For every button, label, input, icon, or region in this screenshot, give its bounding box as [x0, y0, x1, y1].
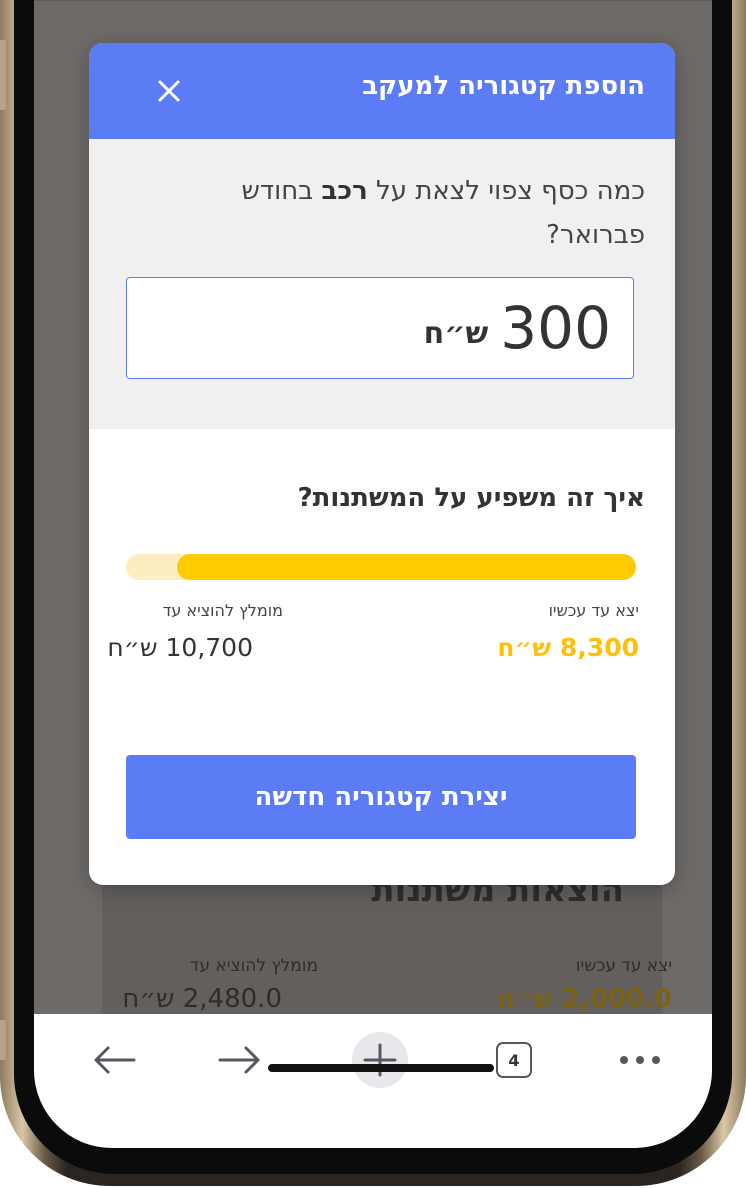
phone-side-button — [0, 40, 6, 110]
background-recommended-label: מומלץ להוציא עד — [190, 956, 318, 976]
close-icon — [158, 80, 180, 102]
new-tab-button[interactable] — [352, 1032, 408, 1088]
tabs-button[interactable]: 4 — [486, 1032, 542, 1088]
background-spent-value: 2,000.0 ש״ח — [496, 984, 672, 1014]
budget-progress-fill — [177, 554, 636, 580]
spent-label: יצא עד עכשיו — [548, 601, 639, 620]
back-button[interactable] — [86, 1032, 142, 1088]
add-category-modal: הוספת קטגוריה למעקב כמה כסף צפוי לצאת על… — [89, 43, 675, 885]
more-dots-icon — [620, 1056, 660, 1064]
phone-screen: הוצאות משתנות יצא עד עכשיו מומלץ להוציא … — [34, 0, 712, 1148]
tabs-count-icon: 4 — [496, 1042, 532, 1078]
amount-value: 300 — [500, 294, 611, 362]
question-text: כמה כסף צפוי לצאת על רכב בחודש פברואר? — [135, 169, 646, 257]
background-spent-label: יצא עד עכשיו — [575, 956, 672, 976]
question-part-1: כמה כסף צפוי לצאת על — [376, 176, 645, 206]
modal-title: הוספת קטגוריה למעקב — [362, 71, 645, 101]
home-indicator[interactable] — [268, 1064, 494, 1072]
back-arrow-icon — [94, 1046, 136, 1074]
recommended-value: 10,700 ש״ח — [107, 633, 253, 662]
phone-side-button-lower — [0, 1020, 6, 1060]
browser-toolbar: 4 — [34, 1014, 712, 1148]
budget-progress-bar — [126, 554, 636, 580]
amount-currency: ש״ח — [423, 315, 489, 351]
amount-section: כמה כסף צפוי לצאת על רכב בחודש פברואר? 3… — [89, 139, 675, 429]
modal-header: הוספת קטגוריה למעקב — [89, 43, 675, 139]
forward-arrow-icon — [218, 1046, 260, 1074]
background-divider — [34, 0, 712, 1]
recommended-label: מומלץ להוציא עד — [162, 601, 283, 620]
forward-button[interactable] — [212, 1032, 268, 1088]
background-recommended-value: 2,480.0 ש״ח — [122, 984, 282, 1014]
close-button[interactable] — [151, 73, 187, 109]
impact-title: איך זה משפיע על המשתנות? — [297, 483, 645, 513]
create-category-button[interactable]: יצירת קטגוריה חדשה — [126, 755, 636, 839]
spent-value: 8,300 ש״ח — [497, 633, 639, 662]
question-category: רכב — [321, 176, 368, 206]
more-menu-button[interactable] — [612, 1032, 668, 1088]
amount-input[interactable]: 300 ש״ח — [126, 277, 634, 379]
